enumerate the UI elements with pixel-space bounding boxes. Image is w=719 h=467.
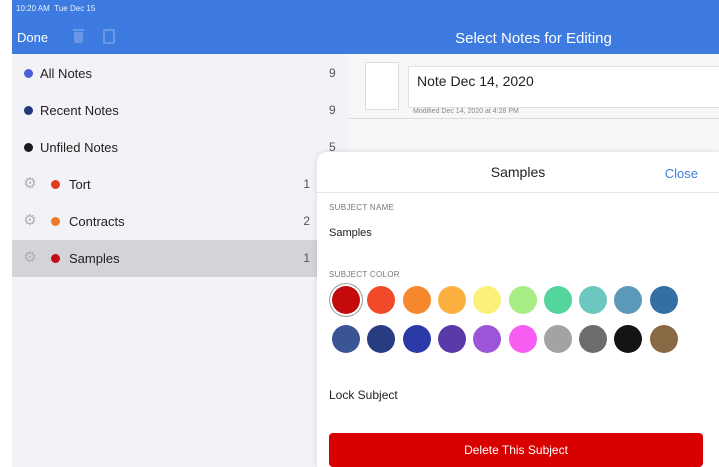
color-swatch[interactable] <box>649 325 678 353</box>
sidebar-item-recent-notes[interactable]: Recent Notes <box>12 92 320 129</box>
status-time: 10:20 AM <box>16 4 50 13</box>
done-button[interactable]: Done <box>17 30 48 45</box>
color-swatch[interactable] <box>402 325 431 353</box>
sidebar-item-label: Recent Notes <box>40 103 119 118</box>
color-swatch[interactable] <box>332 286 360 314</box>
subject-color-dot <box>51 217 60 226</box>
sidebar-item-samples[interactable]: ⚙ Samples 1 <box>12 240 320 277</box>
trash-icon[interactable] <box>73 29 84 43</box>
subject-color-dot <box>24 143 33 152</box>
gear-icon[interactable]: ⚙ <box>22 213 38 229</box>
sidebar-item-all-notes[interactable]: All Notes <box>12 55 320 92</box>
subject-name-label: SUBJECT NAME <box>329 203 395 212</box>
sidebar-item-count: 9 <box>329 103 336 117</box>
sidebar-item-count: 1 <box>303 177 310 191</box>
color-swatch[interactable] <box>614 325 643 353</box>
sidebar-item-label: All Notes <box>40 66 93 81</box>
gear-icon[interactable]: ⚙ <box>22 250 38 266</box>
color-swatch[interactable] <box>332 325 360 353</box>
frame-edge <box>0 0 12 467</box>
subjects-sidebar: All Notes Recent Notes Unfiled Notes ⚙ T… <box>12 54 320 467</box>
color-swatch[interactable] <box>473 286 502 314</box>
sidebar-item-contracts[interactable]: ⚙ Contracts 2 <box>12 203 320 240</box>
color-swatch[interactable] <box>649 286 678 314</box>
subject-name-field[interactable]: Samples <box>329 227 372 239</box>
notes-list: Note Dec 14, 2020 Modified Dec 14, 2020 … <box>348 54 719 152</box>
note-modified-date: Modified Dec 14, 2020 at 4:28 PM <box>413 108 519 115</box>
status-bar: 10:20 AM Tue Dec 15 <box>16 4 95 13</box>
sidebar-item-unfiled-notes[interactable]: Unfiled Notes <box>12 129 320 166</box>
color-swatch[interactable] <box>508 325 537 353</box>
sidebar-item-count: 1 <box>303 251 310 265</box>
color-swatch[interactable] <box>508 286 537 314</box>
color-swatch[interactable] <box>543 325 572 353</box>
sidebar-item-count: 9 <box>329 66 336 80</box>
lock-subject-toggle[interactable]: Lock Subject <box>329 388 398 402</box>
color-swatch[interactable] <box>614 286 643 314</box>
subject-color-dot <box>51 180 60 189</box>
color-swatch[interactable] <box>437 286 466 314</box>
delete-subject-button[interactable]: Delete This Subject <box>329 433 703 467</box>
sidebar-item-label: Samples <box>69 251 120 266</box>
divider <box>348 118 719 119</box>
subject-color-dot <box>51 254 60 263</box>
sidebar-item-count: 2 <box>303 214 310 228</box>
color-swatch[interactable] <box>579 286 608 314</box>
sidebar-item-label: Tort <box>69 177 91 192</box>
color-swatch[interactable] <box>543 286 572 314</box>
sidebar-item-label: Contracts <box>69 214 125 229</box>
sidebar-item-tort[interactable]: ⚙ Tort 1 <box>12 166 320 203</box>
color-swatch[interactable] <box>367 325 396 353</box>
subject-color-dot <box>24 69 33 78</box>
panel-title: Samples <box>490 164 546 180</box>
note-title: Note Dec 14, 2020 <box>417 73 534 89</box>
color-swatch[interactable] <box>579 325 608 353</box>
sidebar-item-label: Unfiled Notes <box>40 140 119 155</box>
color-swatch[interactable] <box>367 286 396 314</box>
move-to-folder-icon[interactable] <box>103 29 115 44</box>
subject-color-label: SUBJECT COLOR <box>329 270 400 279</box>
note-list-item[interactable]: Note Dec 14, 2020 Modified Dec 14, 2020 … <box>408 66 719 115</box>
gear-icon[interactable]: ⚙ <box>22 176 38 192</box>
subject-color-dot <box>24 106 33 115</box>
status-date: Tue Dec 15 <box>54 4 96 13</box>
panel-header: Samples Close <box>317 152 719 193</box>
color-swatch[interactable] <box>437 325 466 353</box>
note-thumbnail[interactable] <box>365 62 399 110</box>
top-toolbar: 10:20 AM Tue Dec 15 Done Select Notes fo… <box>12 0 719 54</box>
subject-settings-panel: Samples Close SUBJECT NAME Samples SUBJE… <box>317 152 719 467</box>
color-swatch[interactable] <box>402 286 431 314</box>
page-title: Select Notes for Editing <box>455 30 612 47</box>
close-button[interactable]: Close <box>665 166 698 181</box>
color-swatch[interactable] <box>473 325 502 353</box>
